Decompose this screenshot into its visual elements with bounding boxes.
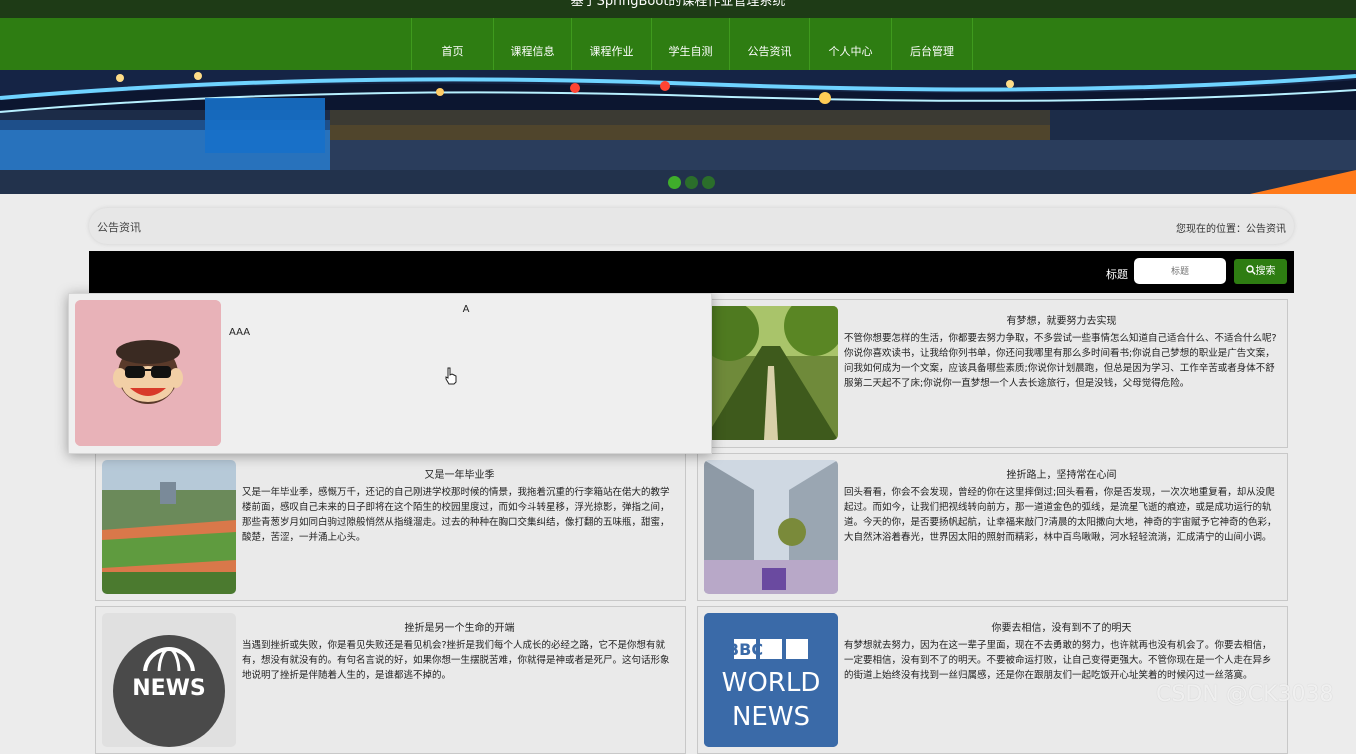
nav-item-course-homework[interactable]: 课程作业 <box>571 18 651 70</box>
nav-item-course-info[interactable]: 课程信息 <box>493 18 571 70</box>
news-card-body: AAA <box>229 327 251 338</box>
news-card-image <box>704 460 838 594</box>
bbc-letter-b1: BBC <box>727 640 763 659</box>
carousel-dots <box>668 176 715 189</box>
breadcrumb: 公告资讯 您现在的位置：公告资讯 <box>89 208 1294 244</box>
news-card-image: NEWS <box>102 613 236 747</box>
nav-item-home[interactable]: 首页 <box>411 18 493 70</box>
main-nav: 首页 课程信息 课程作业 学生自测 公告资讯 个人中心 后台管理 <box>0 18 1356 70</box>
news-card-title: 挫折是另一个生命的开端 <box>404 623 515 634</box>
watermark: CSDN @CK3038 <box>1156 682 1334 707</box>
current-location: 您现在的位置：公告资讯 <box>1176 224 1286 235</box>
news-card-body: 有梦想就去努力，因为在这一辈子里面，现在不去勇敢的努力，也许就再也没有机会了。你… <box>844 640 1272 681</box>
news-card-image <box>102 460 236 594</box>
search-icon <box>1245 265 1256 275</box>
news-card[interactable]: NEWS 挫折是另一个生命的开端 当遇到挫折或失败，你是看见失败还是看见机会?挫… <box>95 606 686 754</box>
carousel-dot-2[interactable] <box>685 176 698 189</box>
page-title: 公告资讯 <box>97 221 141 234</box>
news-card-hovered[interactable]: A AAA <box>68 293 712 454</box>
nav-item-profile[interactable]: 个人中心 <box>809 18 891 70</box>
news-card-title: 有梦想，就要努力去实现 <box>1006 316 1117 327</box>
news-card-image: BBC WORLD NEWS <box>704 613 838 747</box>
nav-item-admin[interactable]: 后台管理 <box>891 18 973 70</box>
news-card-title: 挫折路上，坚持常在心间 <box>1006 470 1117 481</box>
news-card[interactable]: BBC WORLD NEWS 你要去相信，没有到不了的明天 有梦想就去努力，因为… <box>697 606 1288 754</box>
news-card[interactable]: 挫折路上，坚持常在心间 回头看看，你会不会发现，曾经的你在这里摔倒过;回头看看，… <box>697 453 1288 601</box>
bbc-world-text: WORLD <box>722 668 821 698</box>
nav-item-self-test[interactable]: 学生自测 <box>651 18 729 70</box>
search-bar: 标题 搜索 <box>89 251 1294 293</box>
search-button-label: 搜索 <box>1255 266 1276 277</box>
search-button[interactable]: 搜索 <box>1234 259 1287 284</box>
nav-item-announcements[interactable]: 公告资讯 <box>729 18 809 70</box>
app-title: 基于SpringBoot的课程作业管理系统 <box>570 0 786 9</box>
search-label: 标题 <box>1106 268 1128 281</box>
news-card[interactable]: 又是一年毕业季 又是一年毕业季，感慨万千，还记的自己刚进学校那时候的情景，我拖着… <box>95 453 686 601</box>
news-card-body: 又是一年毕业季，感慨万千，还记的自己刚进学校那时候的情景，我拖着沉重的行李箱站在… <box>242 487 670 543</box>
news-card-title: A <box>462 304 470 315</box>
news-card-body: 回头看看，你会不会发现，曾经的你在这里摔倒过;回头看看，你是否发现，一次次地重复… <box>844 487 1277 543</box>
news-card-title: 你要去相信，没有到不了的明天 <box>991 623 1132 634</box>
search-input[interactable] <box>1134 258 1226 284</box>
carousel-dot-1[interactable] <box>668 176 681 189</box>
app-title-bar: 基于SpringBoot的课程作业管理系统 <box>0 0 1356 18</box>
news-card-image <box>704 306 838 440</box>
news-card[interactable]: 有梦想，就要努力去实现 不管你想要怎样的生活，你都要去努力争取，不多尝试一些事情… <box>697 299 1288 448</box>
hand-cursor-icon <box>445 367 457 385</box>
news-card-body: 当遇到挫折或失败，你是看见失败还是看见机会?挫折是我们每个人成长的必经之路，它不… <box>242 640 670 681</box>
carousel-dot-3[interactable] <box>702 176 715 189</box>
news-card-image <box>75 300 221 446</box>
news-card-body: 不管你想要怎样的生活，你都要去努力争取，不多尝试一些事情怎么知道自己适合什么、不… <box>844 333 1277 389</box>
news-card-title: 又是一年毕业季 <box>424 470 495 481</box>
bbc-news-text: NEWS <box>732 702 810 732</box>
news-image-text: NEWS <box>132 676 206 701</box>
